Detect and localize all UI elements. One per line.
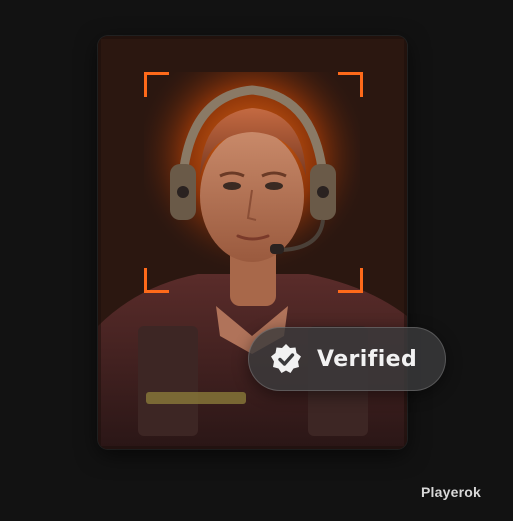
focus-frame-corner-top-right (338, 72, 363, 97)
verified-label: Verified (317, 346, 418, 372)
verified-badge: Verified (248, 327, 446, 391)
focus-frame-corner-bottom-left (144, 268, 169, 293)
verified-check-icon (271, 344, 301, 373)
brand-watermark: Playerok (421, 484, 481, 500)
focus-frame-corner-bottom-right (338, 268, 363, 293)
promo-scene: Verified Playerok (0, 0, 513, 521)
focus-frame-corner-top-left (144, 72, 169, 97)
